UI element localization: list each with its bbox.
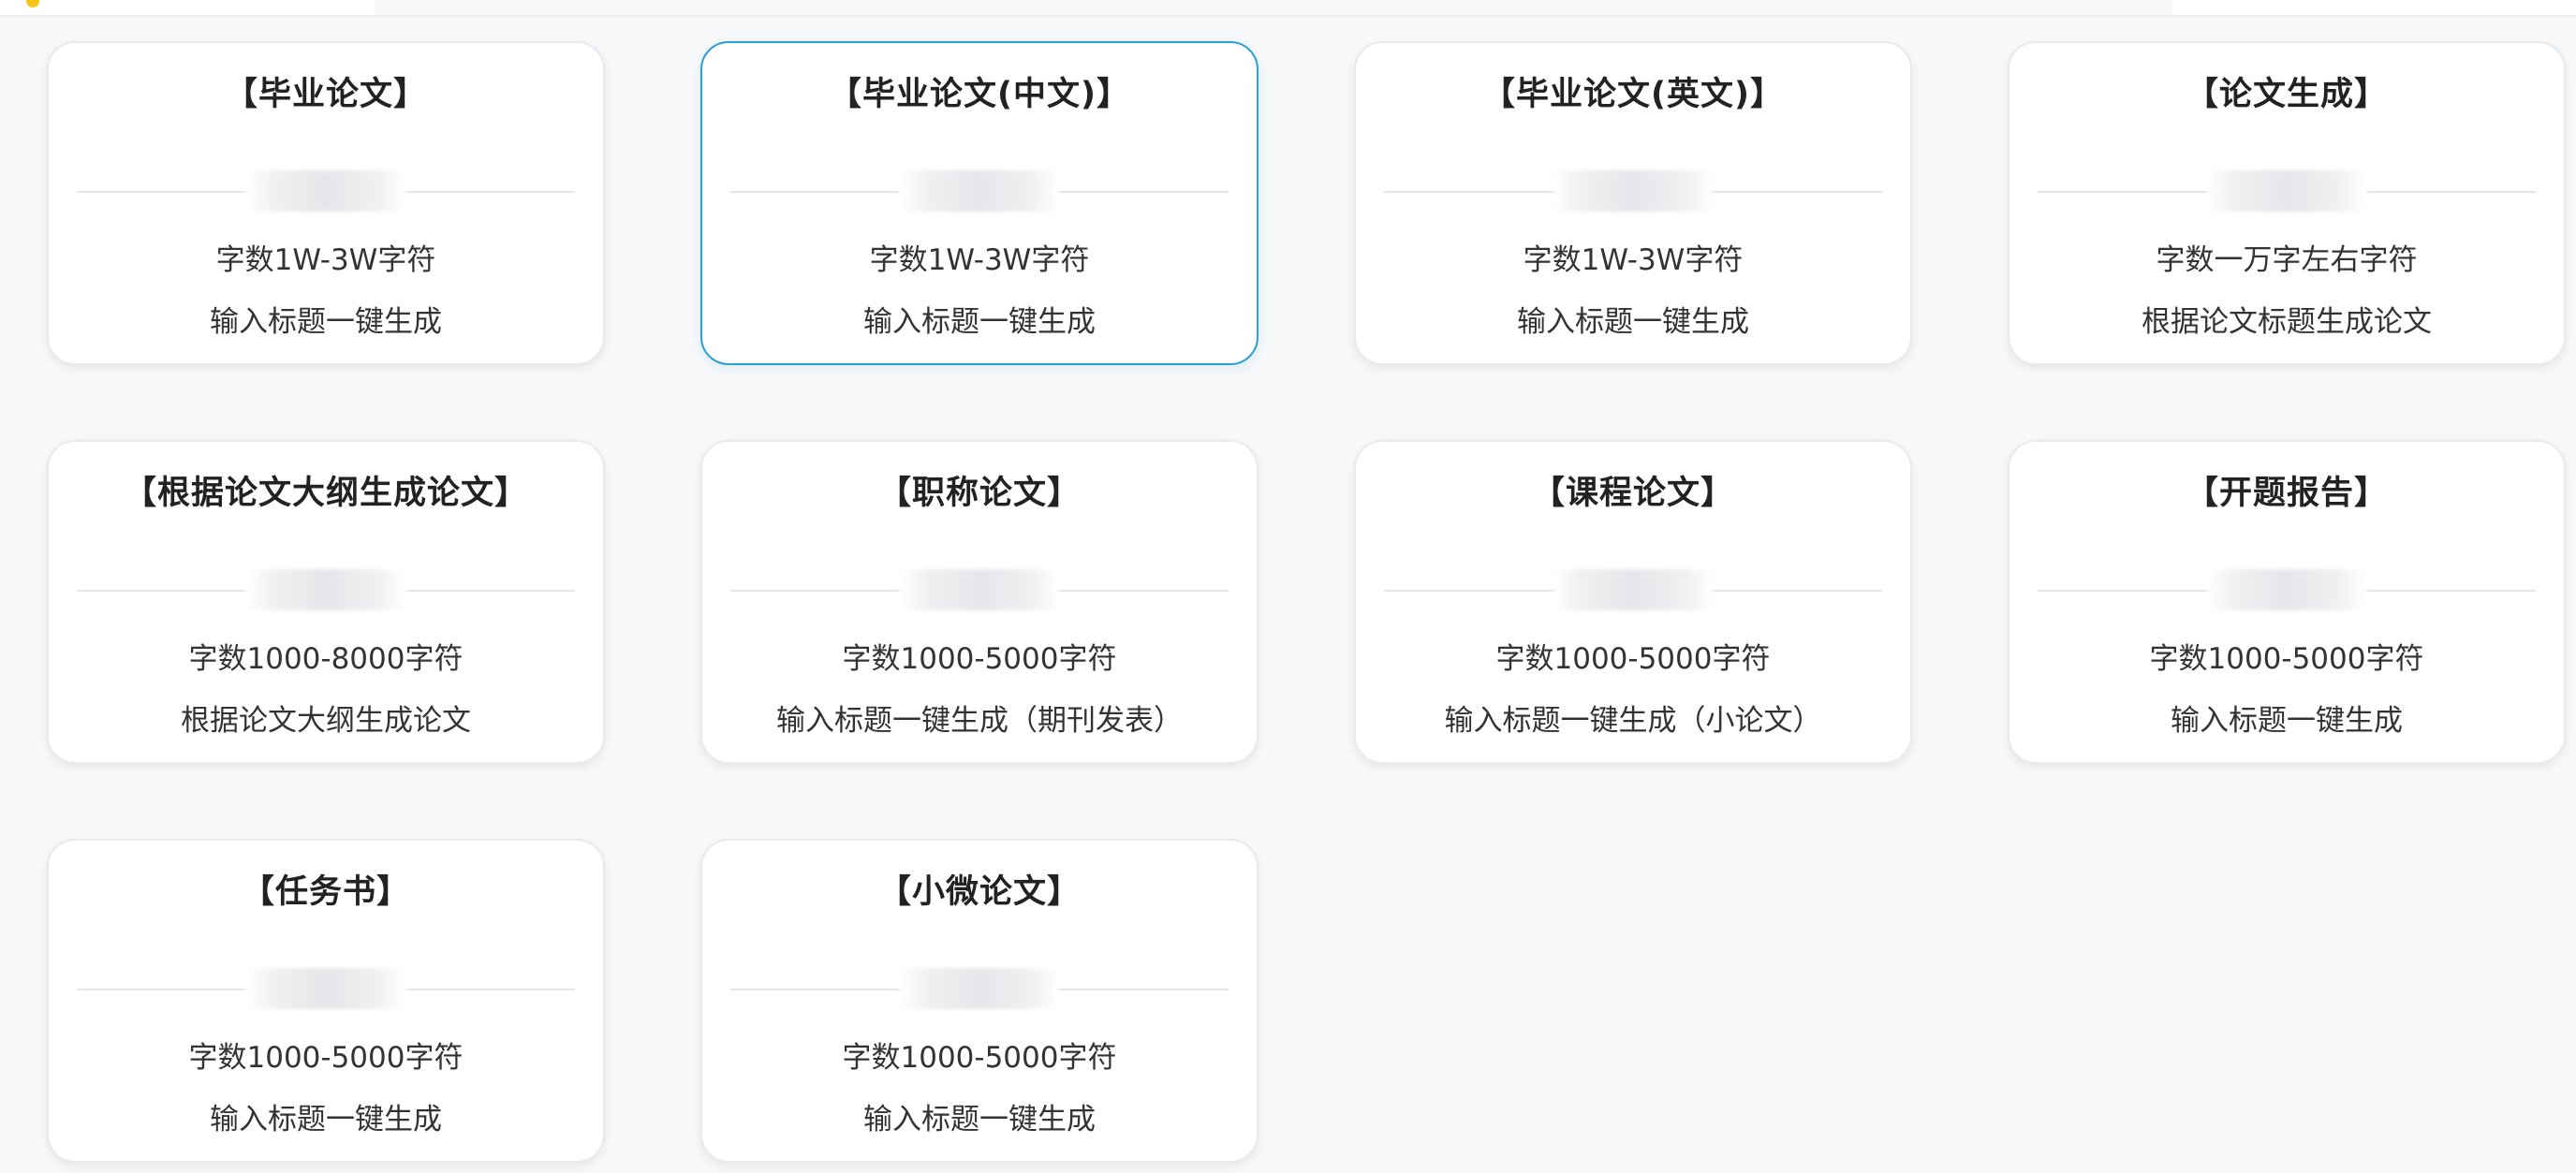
card-price-blurred: [900, 968, 1059, 1009]
card-description: 输入标题一键生成: [210, 1103, 442, 1136]
card-price-blurred: [2207, 170, 2366, 212]
card-price-blurred: [246, 968, 405, 1009]
card-outline-to-paper[interactable]: 【根据论文大纲生成论文】 字数1000-8000字符 根据论文大纲生成论文: [47, 440, 605, 764]
card-word-count: 字数1000-5000字符: [2149, 642, 2424, 676]
card-professional-title-paper[interactable]: 【职称论文】 字数1000-5000字符 输入标题一键生成（期刊发表）: [700, 440, 1259, 764]
card-graduation-thesis-chinese[interactable]: 【毕业论文(中文)】 字数1W-3W字符 输入标题一键生成: [700, 41, 1259, 365]
card-paper-generation[interactable]: 【论文生成】 字数一万字左右字符 根据论文标题生成论文: [2008, 41, 2566, 365]
card-description: 根据论文大纲生成论文: [181, 704, 471, 738]
card-title: 【小微论文】: [877, 873, 1081, 911]
card-word-count: 字数1000-5000字符: [842, 642, 1117, 676]
card-title: 【论文生成】: [2185, 76, 2388, 113]
search-bar[interactable]: [375, 0, 2172, 15]
card-description: 输入标题一键生成（期刊发表）: [776, 704, 1183, 738]
card-word-count: 字数1000-5000字符: [188, 1041, 464, 1075]
card-word-count: 字数1W-3W字符: [215, 243, 436, 277]
card-description: 输入标题一键生成: [2171, 704, 2403, 738]
card-title: 【毕业论文(中文)】: [829, 76, 1130, 113]
card-description: 根据论文标题生成论文: [2142, 305, 2432, 339]
card-title: 【毕业论文】: [224, 76, 427, 113]
card-description: 输入标题一键生成: [863, 1103, 1096, 1136]
card-proposal-report[interactable]: 【开题报告】 字数1000-5000字符 输入标题一键生成: [2008, 440, 2566, 764]
card-price-blurred: [1553, 569, 1713, 610]
card-graduation-thesis-english[interactable]: 【毕业论文(英文)】 字数1W-3W字符 输入标题一键生成: [1354, 41, 1912, 365]
card-price-blurred: [246, 170, 405, 212]
card-course-paper[interactable]: 【课程论文】 字数1000-5000字符 输入标题一键生成（小论文）: [1354, 440, 1912, 764]
card-title: 【课程论文】: [1531, 475, 1734, 512]
card-word-count: 字数1000-5000字符: [1495, 642, 1771, 676]
card-title: 【根据论文大纲生成论文】: [123, 475, 528, 512]
card-price-blurred: [1553, 170, 1713, 212]
logo-icon: [26, 0, 39, 7]
card-word-count: 字数1W-3W字符: [869, 243, 1090, 277]
card-price-blurred: [900, 569, 1059, 610]
card-title: 【任务书】: [241, 873, 410, 911]
card-title: 【开题报告】: [2185, 475, 2388, 512]
card-word-count: 字数1W-3W字符: [1523, 243, 1744, 277]
top-bar: [0, 0, 2576, 17]
card-graduation-thesis[interactable]: 【毕业论文】 字数1W-3W字符 输入标题一键生成: [47, 41, 605, 365]
card-assignment-book[interactable]: 【任务书】 字数1000-5000字符 输入标题一键生成: [47, 839, 605, 1163]
card-title: 【职称论文】: [877, 475, 1081, 512]
card-description: 输入标题一键生成: [210, 305, 442, 339]
card-description: 输入标题一键生成（小论文）: [1444, 704, 1822, 738]
card-price-blurred: [900, 170, 1059, 212]
card-title: 【毕业论文(英文)】: [1482, 76, 1784, 113]
card-word-count: 字数1000-5000字符: [842, 1041, 1117, 1075]
card-micro-paper[interactable]: 【小微论文】 字数1000-5000字符 输入标题一键生成: [700, 839, 1259, 1163]
card-description: 输入标题一键生成: [1517, 305, 1749, 339]
service-card-grid: 【毕业论文】 字数1W-3W字符 输入标题一键生成 【毕业论文(中文)】 字数1…: [47, 41, 2566, 1163]
card-price-blurred: [2207, 569, 2366, 610]
card-price-blurred: [246, 569, 405, 610]
card-description: 输入标题一键生成: [863, 305, 1096, 339]
card-word-count: 字数一万字左右字符: [2156, 243, 2418, 277]
card-word-count: 字数1000-8000字符: [188, 642, 464, 676]
